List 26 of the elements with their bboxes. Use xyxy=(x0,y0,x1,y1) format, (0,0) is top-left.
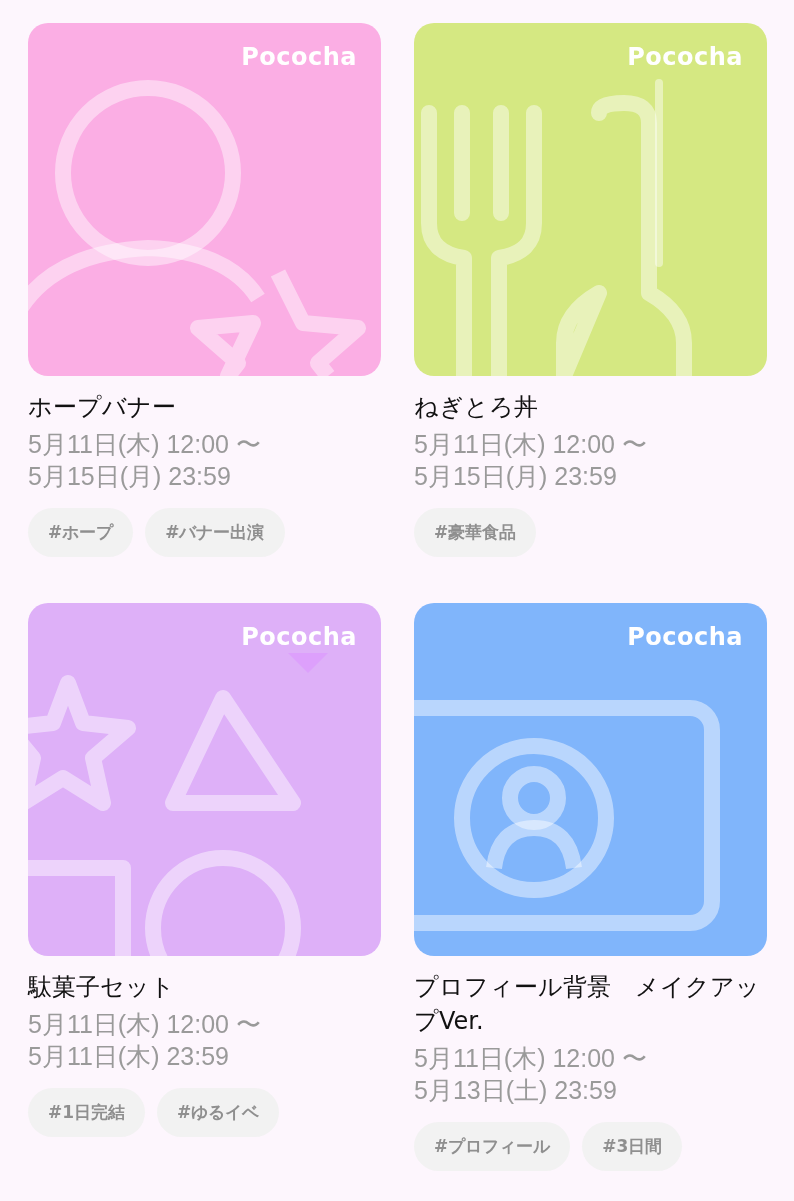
brand-logo: Pococha xyxy=(627,43,743,71)
event-date: 5月11日(木) 12:00 〜 xyxy=(414,1043,648,1074)
brand-logo: Pococha xyxy=(627,623,743,651)
event-date: 5月11日(木) 23:59 xyxy=(28,1041,230,1072)
hashtag-chip[interactable]: #ホープ xyxy=(28,508,134,557)
event-title: 駄菓子セット xyxy=(28,972,176,1003)
event-title: ねぎとろ丼 xyxy=(414,392,539,423)
brand-logo: Pococha xyxy=(241,623,357,651)
event-date: 5月15日(月) 23:59 xyxy=(28,461,232,492)
event-banner[interactable]: Pococha xyxy=(28,23,381,376)
hashtag-chip[interactable]: #プロフィール xyxy=(414,1122,571,1171)
event-title: プロフィール背景 メイクアップVer. xyxy=(414,972,761,1037)
hashtag-chip[interactable]: #ゆるイベ xyxy=(157,1088,280,1137)
event-banner[interactable]: Pococha xyxy=(28,603,381,956)
event-title: ホープバナー xyxy=(28,392,177,423)
event-banner[interactable]: Pococha xyxy=(414,603,767,956)
event-date: 5月15日(月) 23:59 xyxy=(414,461,618,492)
event-date: 5月11日(木) 12:00 〜 xyxy=(28,429,262,460)
event-date: 5月11日(木) 12:00 〜 xyxy=(414,429,648,460)
event-date: 5月11日(木) 12:00 〜 xyxy=(28,1009,262,1040)
hashtag-chip[interactable]: #3日間 xyxy=(582,1122,683,1171)
hashtag-chip[interactable]: #1日完結 xyxy=(28,1088,146,1137)
hashtag-chip[interactable]: #バナー出演 xyxy=(145,508,285,557)
event-date: 5月13日(土) 23:59 xyxy=(414,1075,618,1106)
brand-logo: Pococha xyxy=(241,43,357,71)
hashtag-chip[interactable]: #豪華食品 xyxy=(414,508,537,557)
